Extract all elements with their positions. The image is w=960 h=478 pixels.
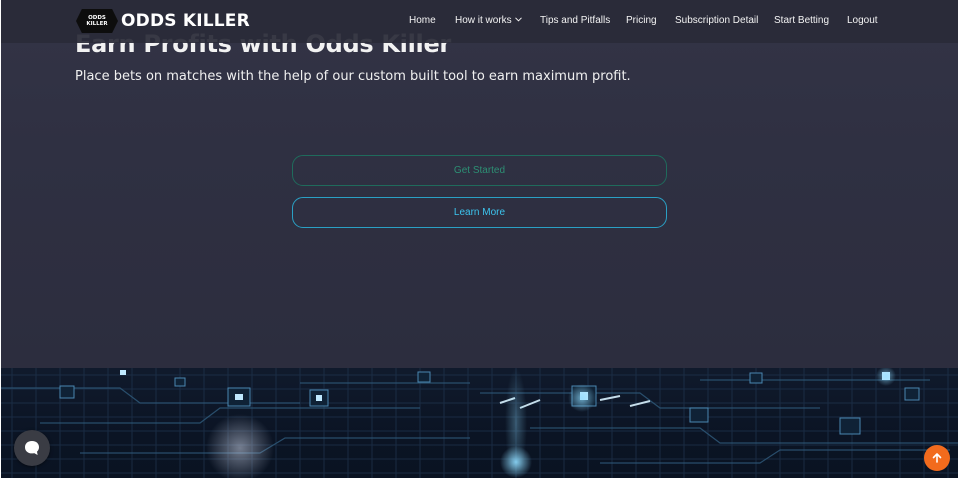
get-started-button[interactable]: Get Started: [292, 155, 667, 186]
navbar: ODDS KILLER ODDS KILLER Home How it work…: [0, 0, 960, 43]
hero-section: Earn Profits with Odds Killer Place bets…: [0, 0, 960, 368]
nav-start-betting[interactable]: Start Betting: [774, 15, 829, 26]
nav-subscription-detail[interactable]: Subscription Detail: [675, 15, 758, 26]
circuit-board-graphic: [0, 368, 960, 478]
scroll-to-top-button[interactable]: [924, 445, 950, 471]
learn-more-button[interactable]: Learn More: [292, 197, 667, 228]
nav-menu: Home How it works Tips and Pitfalls Pric…: [0, 15, 960, 29]
nav-tips-and-pitfalls[interactable]: Tips and Pitfalls: [540, 15, 610, 26]
hero-subtitle: Place bets on matches with the help of o…: [75, 69, 631, 84]
circuit-background-image: [0, 368, 960, 478]
arrow-up-icon: [932, 453, 942, 463]
viewport-edge-left: [0, 0, 1, 478]
nav-logout[interactable]: Logout: [847, 15, 878, 26]
nav-how-it-works[interactable]: How it works: [455, 15, 522, 26]
nav-pricing[interactable]: Pricing: [626, 15, 657, 26]
chevron-down-icon: [514, 17, 522, 22]
chat-bubble-icon: [25, 441, 39, 455]
nav-home[interactable]: Home: [409, 15, 436, 26]
chat-widget-button[interactable]: [14, 430, 50, 466]
nav-how-it-works-label: How it works: [455, 15, 512, 26]
